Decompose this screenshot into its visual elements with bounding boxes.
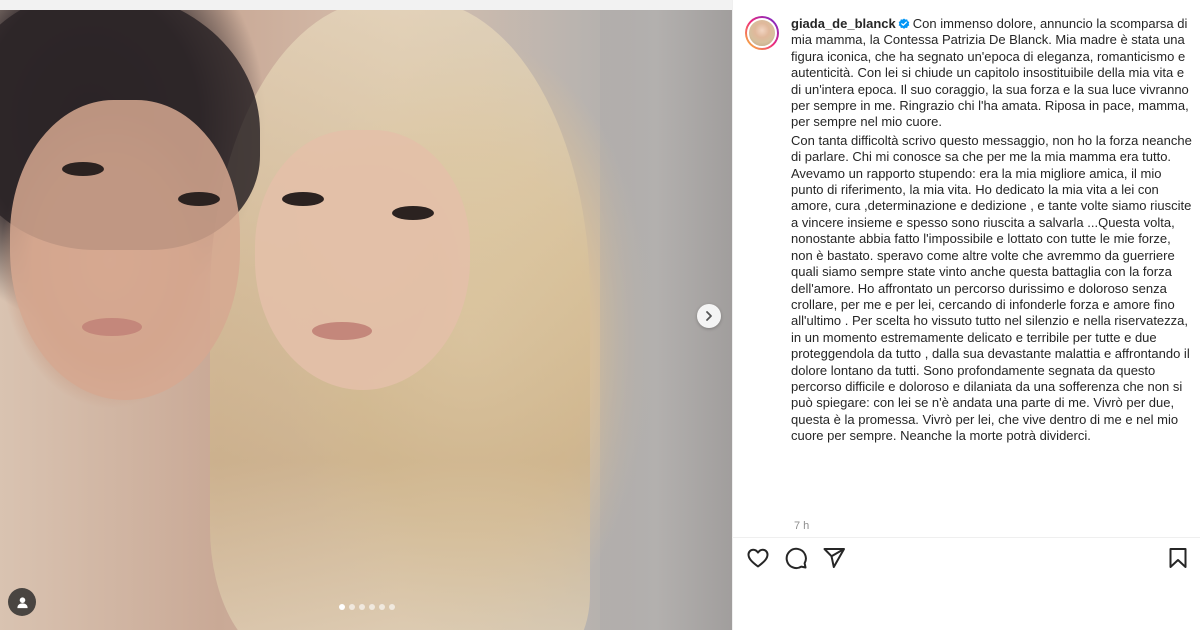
post-timestamp[interactable]: 7 h [794, 520, 809, 532]
photo-face-left [10, 100, 240, 400]
avatar-image [747, 18, 777, 48]
carousel-next-button[interactable] [697, 304, 721, 328]
verified-badge-icon [898, 18, 910, 29]
post-photo[interactable] [0, 10, 732, 630]
divider [732, 537, 1200, 538]
carousel-dot [389, 604, 395, 610]
user-tag-button[interactable] [8, 588, 36, 616]
carousel-indicator [339, 604, 395, 610]
user-tag-icon [16, 596, 28, 608]
photo-eye [282, 192, 324, 206]
username-link[interactable]: giada_de_blanck [791, 16, 896, 31]
carousel-dot [349, 604, 355, 610]
carousel-dot [379, 604, 385, 610]
avatar[interactable] [745, 16, 779, 50]
share-icon [823, 548, 845, 568]
photo-lips [312, 322, 372, 340]
photo-lips [82, 318, 142, 336]
save-button[interactable] [1166, 546, 1190, 570]
post-caption: giada_de_blanck Con immenso dolore, annu… [745, 16, 1197, 445]
caption-text: giada_de_blanck Con immenso dolore, annu… [791, 16, 1195, 445]
carousel-dot [339, 604, 345, 610]
chevron-right-icon [706, 311, 712, 321]
photo-face-right [255, 130, 470, 390]
like-button[interactable] [746, 546, 770, 570]
bookmark-icon [1169, 548, 1187, 568]
photo-eye [62, 162, 104, 176]
photo-eye [178, 192, 220, 206]
comment-button[interactable] [784, 546, 808, 570]
heart-icon [747, 548, 769, 568]
caption-paragraph-1: Con immenso dolore, annuncio la scompars… [791, 16, 1189, 130]
share-button[interactable] [822, 546, 846, 570]
post-actions [746, 546, 846, 570]
photo-eye [392, 206, 434, 220]
post-details-panel: giada_de_blanck Con immenso dolore, annu… [732, 0, 1200, 630]
caption-paragraph-2: Con tanta difficoltà scrivo questo messa… [791, 132, 1192, 444]
carousel-dot [359, 604, 365, 610]
post-media[interactable] [0, 0, 732, 630]
comment-icon [785, 547, 807, 570]
carousel-dot [369, 604, 375, 610]
